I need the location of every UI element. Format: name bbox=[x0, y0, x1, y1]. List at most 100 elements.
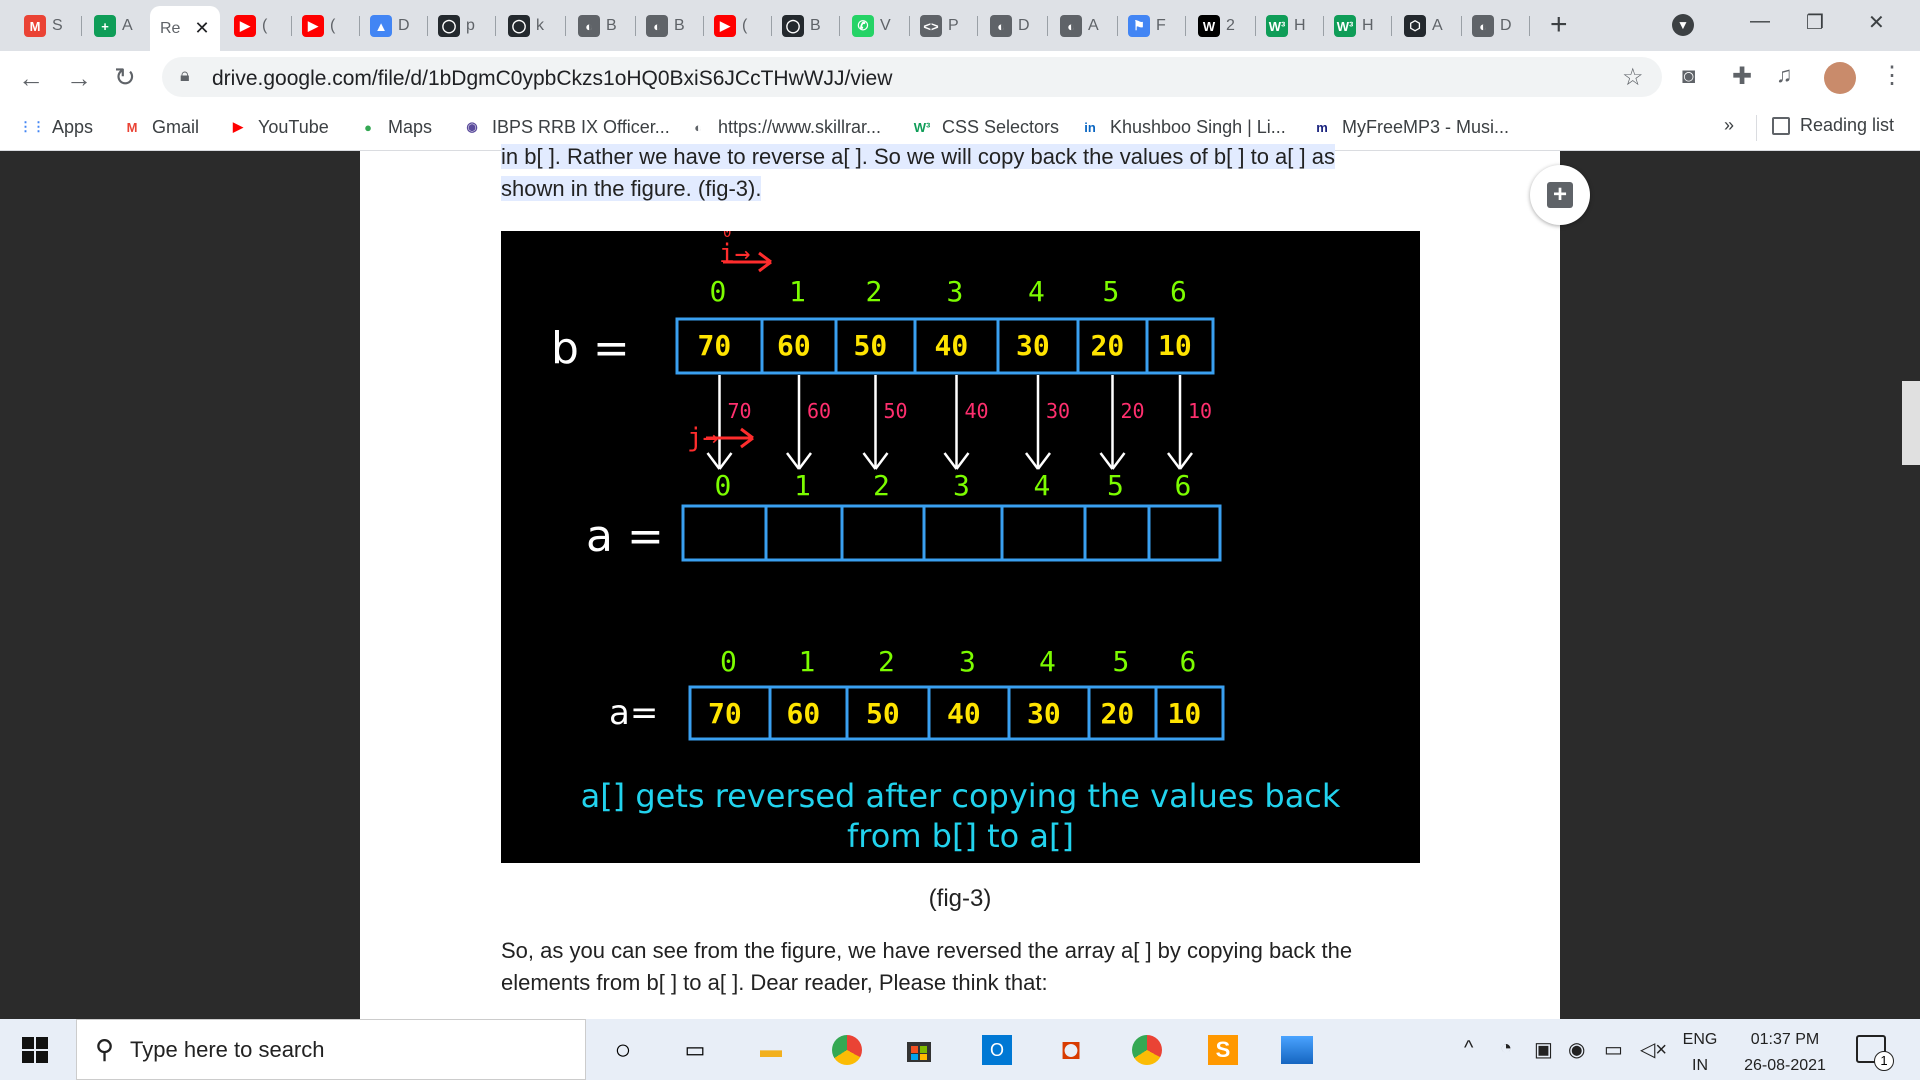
restore-icon[interactable]: ❐ bbox=[1806, 10, 1824, 35]
tab-title: ( bbox=[742, 17, 748, 34]
reload-icon[interactable]: ↻ bbox=[114, 62, 136, 93]
menu-icon[interactable]: ⋮ bbox=[1880, 61, 1904, 90]
forward-icon[interactable]: → bbox=[66, 63, 92, 94]
battery-icon[interactable]: ▭ bbox=[1604, 1037, 1623, 1062]
a-array-label: a = bbox=[586, 511, 664, 562]
tab[interactable]: ◐ B bbox=[568, 6, 636, 46]
tab[interactable]: ▶( bbox=[224, 6, 292, 46]
bookmark-label: YouTube bbox=[258, 116, 329, 137]
a-result-value-label: 40 bbox=[947, 697, 981, 730]
volume-muted-icon[interactable]: ◁× bbox=[1640, 1037, 1667, 1062]
a-result-index-label: 5 bbox=[1112, 645, 1130, 678]
tab-close-icon[interactable]: ✕ bbox=[194, 18, 209, 39]
outlook-icon[interactable]: O bbox=[980, 1033, 1014, 1067]
profile-avatar[interactable] bbox=[1824, 62, 1856, 94]
bookmark-item[interactable]: ◉ IBPS RRB IX Officer... bbox=[462, 113, 669, 141]
tab[interactable]: ▲ D bbox=[360, 6, 428, 46]
minimize-icon[interactable]: — bbox=[1750, 10, 1770, 33]
new-tab-button[interactable]: + bbox=[1550, 8, 1568, 42]
tab[interactable]: ✆ V bbox=[842, 6, 910, 46]
meet-now-icon[interactable]: ◉ bbox=[1568, 1037, 1585, 1062]
bookmark-item[interactable]: ● Maps bbox=[358, 113, 432, 141]
b-index-label: 6 bbox=[1170, 275, 1187, 308]
photos-icon[interactable] bbox=[1280, 1033, 1314, 1067]
extensions-icon[interactable]: ✚ bbox=[1732, 62, 1752, 91]
taskbar-search-box[interactable]: ⚲ Type here to search bbox=[76, 1019, 586, 1080]
language-indicator[interactable]: ENG IN bbox=[1680, 1027, 1720, 1079]
divider bbox=[1756, 115, 1757, 141]
network-icon[interactable]: ▣ bbox=[1534, 1037, 1553, 1062]
a-result-index-label: 4 bbox=[1039, 645, 1056, 678]
tab-title: B bbox=[606, 17, 617, 34]
tab-favicon-icon: ◐ bbox=[646, 15, 668, 37]
tab[interactable]: ◐ D bbox=[1462, 6, 1530, 46]
bookmark-item[interactable]: ⋮⋮ Apps bbox=[19, 113, 93, 141]
tab[interactable]: ◯ B bbox=[772, 6, 840, 46]
tab-title: V bbox=[880, 17, 891, 34]
tab-title: Re bbox=[160, 19, 181, 37]
reading-list-button[interactable]: Reading list bbox=[1772, 115, 1894, 136]
back-icon[interactable]: ← bbox=[18, 63, 44, 94]
tab-search-icon[interactable]: ▼ bbox=[1672, 14, 1694, 36]
reading-list-icon bbox=[1772, 116, 1790, 135]
tab[interactable]: <> P bbox=[910, 6, 978, 46]
tab-separator bbox=[1185, 16, 1186, 36]
windows-start-icon[interactable] bbox=[18, 1033, 52, 1067]
bookmarks-overflow-button[interactable]: » bbox=[1724, 115, 1734, 136]
b-index-label: 1 bbox=[789, 275, 806, 308]
b-value-label: 70 bbox=[697, 329, 732, 362]
file-explorer-icon[interactable]: ▬ bbox=[754, 1033, 788, 1067]
tab[interactable]: + A bbox=[84, 6, 152, 46]
media-control-icon[interactable]: ♫ bbox=[1776, 62, 1793, 88]
add-to-drive-button[interactable]: + bbox=[1530, 165, 1590, 225]
tab-favicon-icon: ▶ bbox=[714, 15, 736, 37]
bookmark-item[interactable]: ◐ https://www.skillrar... bbox=[688, 113, 881, 141]
bookmark-item[interactable]: in Khushboo Singh | Li... bbox=[1080, 113, 1286, 141]
tab[interactable]: ◐ A bbox=[1050, 6, 1118, 46]
bookmark-item[interactable]: ▶ YouTube bbox=[228, 113, 329, 141]
office-icon[interactable]: ◘ bbox=[1054, 1033, 1088, 1067]
i-pointer-label: i→ bbox=[719, 239, 751, 269]
a-result-index-label: 1 bbox=[798, 645, 816, 678]
tab[interactable]: W³ H bbox=[1256, 6, 1324, 46]
plus-icon: + bbox=[1547, 182, 1573, 208]
tab[interactable]: ⬡ A bbox=[1394, 6, 1462, 46]
address-bar[interactable]: 🔒︎ drive.google.com/file/d/1bDgmC0ypbCkz… bbox=[162, 57, 1662, 97]
sublime-text-icon[interactable]: S bbox=[1206, 1033, 1240, 1067]
task-view-icon[interactable]: ▭ bbox=[678, 1033, 712, 1067]
cortana-icon[interactable]: ○ bbox=[606, 1033, 640, 1067]
tab[interactable]: ◯ p bbox=[428, 6, 496, 46]
url-text[interactable]: drive.google.com/file/d/1bDgmC0ypbCkzs1o… bbox=[212, 67, 892, 91]
bookmark-item[interactable]: m MyFreeMP3 - Musi... bbox=[1312, 113, 1509, 141]
tab[interactable]: ▶( bbox=[292, 6, 360, 46]
scrollbar-thumb[interactable] bbox=[1902, 381, 1920, 465]
bookmark-star-icon[interactable]: ☆ bbox=[1622, 63, 1644, 92]
figure-labels: b = a = a= i→ 0 j→ 0 70 70 0 0 70 1 60 60 1 1 60 2 50 50 2 2 50… bbox=[501, 231, 1420, 863]
bookmark-item[interactable]: M Gmail bbox=[122, 113, 199, 141]
tab-title: A bbox=[1088, 17, 1099, 34]
bookmark-item[interactable]: W³ CSS Selectors bbox=[912, 113, 1059, 141]
microsoft-store-icon[interactable] bbox=[902, 1033, 936, 1067]
tab[interactable]: ⚑ F bbox=[1118, 6, 1186, 46]
notification-center-icon[interactable]: 1 bbox=[1856, 1035, 1894, 1071]
clock[interactable]: 01:37 PM 26-08-2021 bbox=[1730, 1027, 1840, 1079]
close-window-icon[interactable]: ✕ bbox=[1868, 10, 1885, 35]
tab-separator bbox=[81, 16, 82, 36]
myfreemp3-icon: m bbox=[1316, 119, 1328, 135]
tab[interactable]: W2 bbox=[1188, 6, 1256, 46]
tab-favicon-icon: <> bbox=[920, 15, 942, 37]
camera-icon[interactable]: ◙ bbox=[1682, 63, 1695, 89]
tab[interactable]: MS bbox=[14, 6, 82, 46]
chrome-k-profile-icon[interactable] bbox=[1130, 1033, 1164, 1067]
chrome-profile-icon[interactable] bbox=[830, 1033, 864, 1067]
tab-title: D bbox=[398, 17, 410, 34]
show-hidden-icons[interactable]: ^ bbox=[1464, 1037, 1473, 1060]
wifi-icon[interactable]: ◔ bbox=[1500, 1037, 1512, 1060]
tab[interactable]: ◯ k bbox=[498, 6, 566, 46]
tab[interactable]: ◐ B bbox=[636, 6, 704, 46]
tab[interactable]: ◐ D bbox=[980, 6, 1048, 46]
tab[interactable]: ▶( bbox=[704, 6, 772, 46]
tab-active[interactable]: Re ✕ bbox=[150, 6, 220, 51]
a-result-value-label: 70 bbox=[708, 697, 742, 730]
tab[interactable]: W³ H bbox=[1324, 6, 1392, 46]
